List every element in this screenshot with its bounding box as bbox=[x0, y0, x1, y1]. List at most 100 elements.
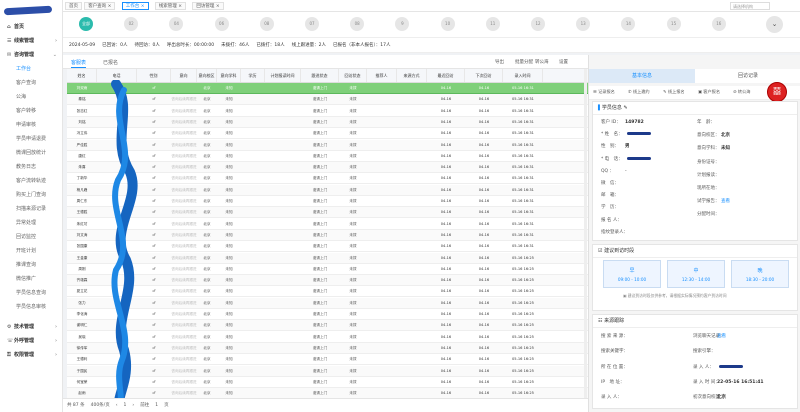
table-row[interactable]: 周仁东 ♂ 咨询后续再跟进 北京 未知 邀请上门 未拨 04-16 04-16 05-16 16:… bbox=[67, 196, 588, 207]
pagination-item[interactable]: 1 bbox=[155, 403, 158, 408]
table-row[interactable]: 刘铭 ♂ 咨询后续再跟进 北京 未知 邀请上门 未拨 04-16 04-16 05-16 16:3… bbox=[67, 116, 588, 128]
column-header[interactable]: 姓名 bbox=[67, 69, 97, 82]
stage-circle[interactable]: 08 bbox=[259, 17, 274, 31]
column-header[interactable]: 电话 bbox=[97, 69, 137, 82]
tab-visit-record[interactable]: 回访记录 bbox=[695, 69, 800, 83]
column-header[interactable]: 意向校区 bbox=[197, 69, 217, 82]
sidebar-item[interactable]: 扫描来源记录 bbox=[0, 202, 62, 216]
toolbar-button[interactable]: 批量分配 bbox=[515, 58, 533, 68]
table-row[interactable]: 何宝荣 ♂ 咨询后续再跟进 北京 未知 邀请上门 未拨 04-16 04-16 05-16 16:… bbox=[67, 377, 588, 388]
table-row[interactable]: 张力 ♂ 咨询后续再跟进 北京 未知 邀请上门 未拨 04-16 04-16 05-16 16:2… bbox=[67, 297, 588, 309]
sidebar-item[interactable]: 微信推广 bbox=[0, 272, 62, 286]
detail-action-button[interactable]: ☰ 记录报名 bbox=[593, 89, 615, 95]
sidebar-item[interactable]: 客户流转轨迹 bbox=[0, 174, 62, 188]
sidebar-item[interactable]: 工作台 bbox=[0, 62, 62, 76]
sidebar-item[interactable]: 异常处理 bbox=[0, 216, 62, 230]
column-header[interactable]: 意向学科 bbox=[217, 69, 241, 82]
sidebar-item[interactable]: 推课查询 bbox=[0, 258, 62, 272]
table-row[interactable]: 于国民 ♂ 咨询后续再跟进 北京 未知 邀请上门 未拨 04-16 04-16 05-16 16:… bbox=[67, 365, 588, 377]
table-row[interactable]: 刘文涛 ♂ 咨询后续再跟进 北京 未知 邀请上门 未拨 04-16 04-16 05-16 16:… bbox=[67, 229, 588, 241]
page-tab[interactable]: 工作台 × bbox=[121, 2, 149, 10]
sidebar-item[interactable]: ⚙ 技术管理 › bbox=[0, 320, 62, 334]
table-row[interactable]: 夏立花 ♂ 咨询后续再跟进 北京 未知 邀请上门 未拨 04-16 04-16 05-16 16:… bbox=[67, 286, 588, 298]
table-row[interactable]: 严佳胜 ♂ 咨询后续再跟进 北京 未知 邀请上门 未拨 04-16 04-16 05-16 16:… bbox=[67, 139, 588, 151]
stage-circle[interactable]: 12 bbox=[531, 17, 545, 31]
visit-slot[interactable]: 晚 18:30 - 20:00 bbox=[731, 260, 789, 288]
table-row[interactable]: 赵雨 ♂ 咨询后续再跟进 北京 未知 邀请上门 未拨 04-16 04-16 05-16 16:2… bbox=[67, 388, 588, 398]
detail-action-button[interactable]: ✎ 线上报名 bbox=[663, 89, 685, 95]
sidebar-item[interactable]: ✉ 咨询管理 ⌄ bbox=[0, 48, 62, 62]
page-tab[interactable]: 回访管理 × bbox=[192, 2, 224, 10]
column-header[interactable]: 下次回访 bbox=[465, 69, 503, 82]
table-row[interactable]: 朱喜 ♂ 咨询后续再跟进 北京 未知 邀请上门 未拨 04-16 04-16 05-16 16:3… bbox=[67, 162, 588, 174]
sidebar-item[interactable]: ⚿ 权限管理 › bbox=[0, 348, 62, 362]
stage-circle[interactable]: 9 bbox=[395, 17, 410, 31]
table-row[interactable]: 冯立伟 ♂ 咨询后续再跟进 北京 未知 邀请上门 未拨 04-16 04-16 05-16 16:… bbox=[67, 128, 588, 140]
detail-action-button[interactable]: ▣ 客户报名 bbox=[698, 89, 720, 95]
detail-action-button[interactable]: ✆ 线上邀约 bbox=[628, 89, 650, 95]
sidebar-item[interactable]: 教务日志 bbox=[0, 160, 62, 174]
stage-circle[interactable]: 11 bbox=[485, 17, 500, 31]
pagination-item[interactable]: 前往 bbox=[140, 403, 149, 408]
table-row[interactable]: 王德利 ♂ 咨询后续再跟进 北京 未知 邀请上门 未拨 04-16 04-16 05-16 16:… bbox=[67, 354, 588, 366]
pagination-item[interactable]: 400条/页 bbox=[91, 403, 110, 408]
column-header[interactable]: 来源方式 bbox=[397, 69, 427, 82]
stage-circle[interactable]: 07 bbox=[305, 17, 319, 31]
column-header[interactable]: 回访状态 bbox=[339, 69, 367, 82]
page-tab[interactable]: 客户查询 × bbox=[84, 2, 116, 10]
column-header[interactable]: 跟进状态 bbox=[301, 69, 339, 82]
table-row[interactable]: 王金康 ♂ 咨询后续再跟进 北京 未知 邀请上门 未拨 04-16 04-16 05-16 16:… bbox=[67, 252, 588, 264]
visit-slot[interactable]: 中 12:30 - 14:00 bbox=[667, 260, 725, 288]
detail-action-button[interactable]: ⊘ 转公海 bbox=[733, 89, 750, 95]
table-row[interactable]: 唐红 ♂ 咨询后续再跟进 北京 未知 邀请上门 未拨 04-16 04-16 05-16 16:3… bbox=[67, 151, 588, 162]
field-value[interactable]: 查看 bbox=[721, 199, 730, 204]
table-row[interactable]: 杨凡峰 ♂ 咨询后续再跟进 北京 未知 邀请上门 未拨 04-16 04-16 05-16 16:… bbox=[67, 184, 588, 196]
stage-circle[interactable]: 08 bbox=[350, 17, 365, 31]
column-header[interactable]: 推荐人 bbox=[367, 69, 397, 82]
tab-basic-info[interactable]: 基本信息 bbox=[589, 69, 695, 83]
stage-circle[interactable]: 02 bbox=[124, 17, 139, 31]
table-row[interactable]: 丁新华 ♂ 咨询后续再跟进 北京 未知 邀请上门 未拨 04-16 04-16 05-16 16:… bbox=[67, 173, 588, 185]
table-row[interactable]: 朱红坊 ♂ 咨询后续再跟进 北京 未知 邀请上门 未拨 04-16 04-16 05-16 16:… bbox=[67, 219, 588, 230]
column-header[interactable]: 学历 bbox=[241, 69, 265, 82]
stage-circle[interactable]: 06 bbox=[214, 17, 229, 31]
sidebar-item[interactable]: 客户查询 bbox=[0, 76, 62, 90]
stage-circle[interactable]: 14 bbox=[621, 17, 636, 31]
sidebar-item[interactable]: 学员信息审核 bbox=[0, 300, 62, 314]
column-header[interactable]: 计划报读时间 bbox=[265, 69, 301, 82]
field-value[interactable]: 查看 bbox=[717, 334, 726, 339]
stage-circle[interactable]: 04 bbox=[169, 17, 184, 31]
page-tab[interactable]: 线索管理 × bbox=[154, 2, 186, 10]
table-row[interactable]: 李化涛 ♂ 咨询后续再跟进 北京 未知 邀请上门 未拨 04-16 04-16 05-16 16:… bbox=[67, 309, 588, 320]
sidebar-item[interactable]: 购买上门查询 bbox=[0, 188, 62, 202]
toolbar-button[interactable]: 设置 bbox=[559, 58, 568, 68]
table-row[interactable]: 周刚 ♂ 咨询后续再跟进 北京 未知 邀请上门 未拨 04-16 04-16 05-16 16:2… bbox=[67, 264, 588, 275]
sidebar-item[interactable]: ☰ 线索管理 › bbox=[0, 34, 62, 48]
pagination-item[interactable]: 页 bbox=[164, 403, 169, 408]
sidebar-item[interactable]: 申请审核 bbox=[0, 118, 62, 132]
expand-stages-button[interactable]: ⌄ bbox=[766, 16, 783, 33]
sidebar-item[interactable]: 学员申请退费 bbox=[0, 132, 62, 146]
table-row[interactable]: 谢明仁 ♂ 咨询后续再跟进 北京 未知 邀请上门 未拨 04-16 04-16 05-16 16:… bbox=[67, 320, 588, 332]
table-row[interactable]: 秦铭 ♂ 咨询后续再跟进 北京 未知 邀请上门 未拨 04-16 04-16 05-16 16:3… bbox=[67, 94, 588, 106]
page-tab[interactable]: 首页 bbox=[65, 2, 82, 10]
table-row[interactable]: 张志红 ♂ 咨询后续再跟进 北京 未知 邀请上门 未拨 04-16 04-16 05-16 16:… bbox=[67, 106, 588, 117]
table-row[interactable]: 张国康 ♂ 咨询后续再跟进 北京 未知 邀请上门 未拨 04-16 04-16 05-16 16:… bbox=[67, 241, 588, 253]
pagination-item[interactable]: ‹ bbox=[116, 403, 118, 408]
sidebar-item[interactable]: 开班计划 bbox=[0, 244, 62, 258]
table-row[interactable]: 吴晓 ♂ 咨询后续再跟进 北京 未知 邀请上门 未拨 04-16 04-16 05-16 16:2… bbox=[67, 332, 588, 343]
stage-circle[interactable]: 15 bbox=[666, 17, 681, 31]
table-row[interactable]: 刘双雨 ♂ 北京 未知 邀请上门 未拨 04-16 04-16 05-16 16:31 bbox=[67, 83, 588, 94]
column-header[interactable]: 意向 bbox=[171, 69, 197, 82]
stage-circle[interactable]: 16 bbox=[711, 17, 726, 31]
table-row[interactable]: 王德胜 ♂ 咨询后续再跟进 北京 未知 邀请上门 未拨 04-16 04-16 05-16 16:… bbox=[67, 207, 588, 219]
table-scrollbar[interactable] bbox=[584, 69, 587, 398]
stage-circle[interactable]: 全部 bbox=[79, 17, 93, 31]
visit-slot[interactable]: 早 09:00 - 10:00 bbox=[603, 260, 661, 288]
toolbar-button[interactable]: 转公海 bbox=[535, 58, 549, 68]
column-header[interactable]: 最近回访 bbox=[427, 69, 465, 82]
pagination-item[interactable]: 1 bbox=[124, 403, 127, 408]
content-tab[interactable]: 已报名 bbox=[103, 58, 118, 68]
toolbar-button[interactable]: 导出 bbox=[495, 58, 504, 68]
pagination-item[interactable]: › bbox=[132, 403, 134, 408]
